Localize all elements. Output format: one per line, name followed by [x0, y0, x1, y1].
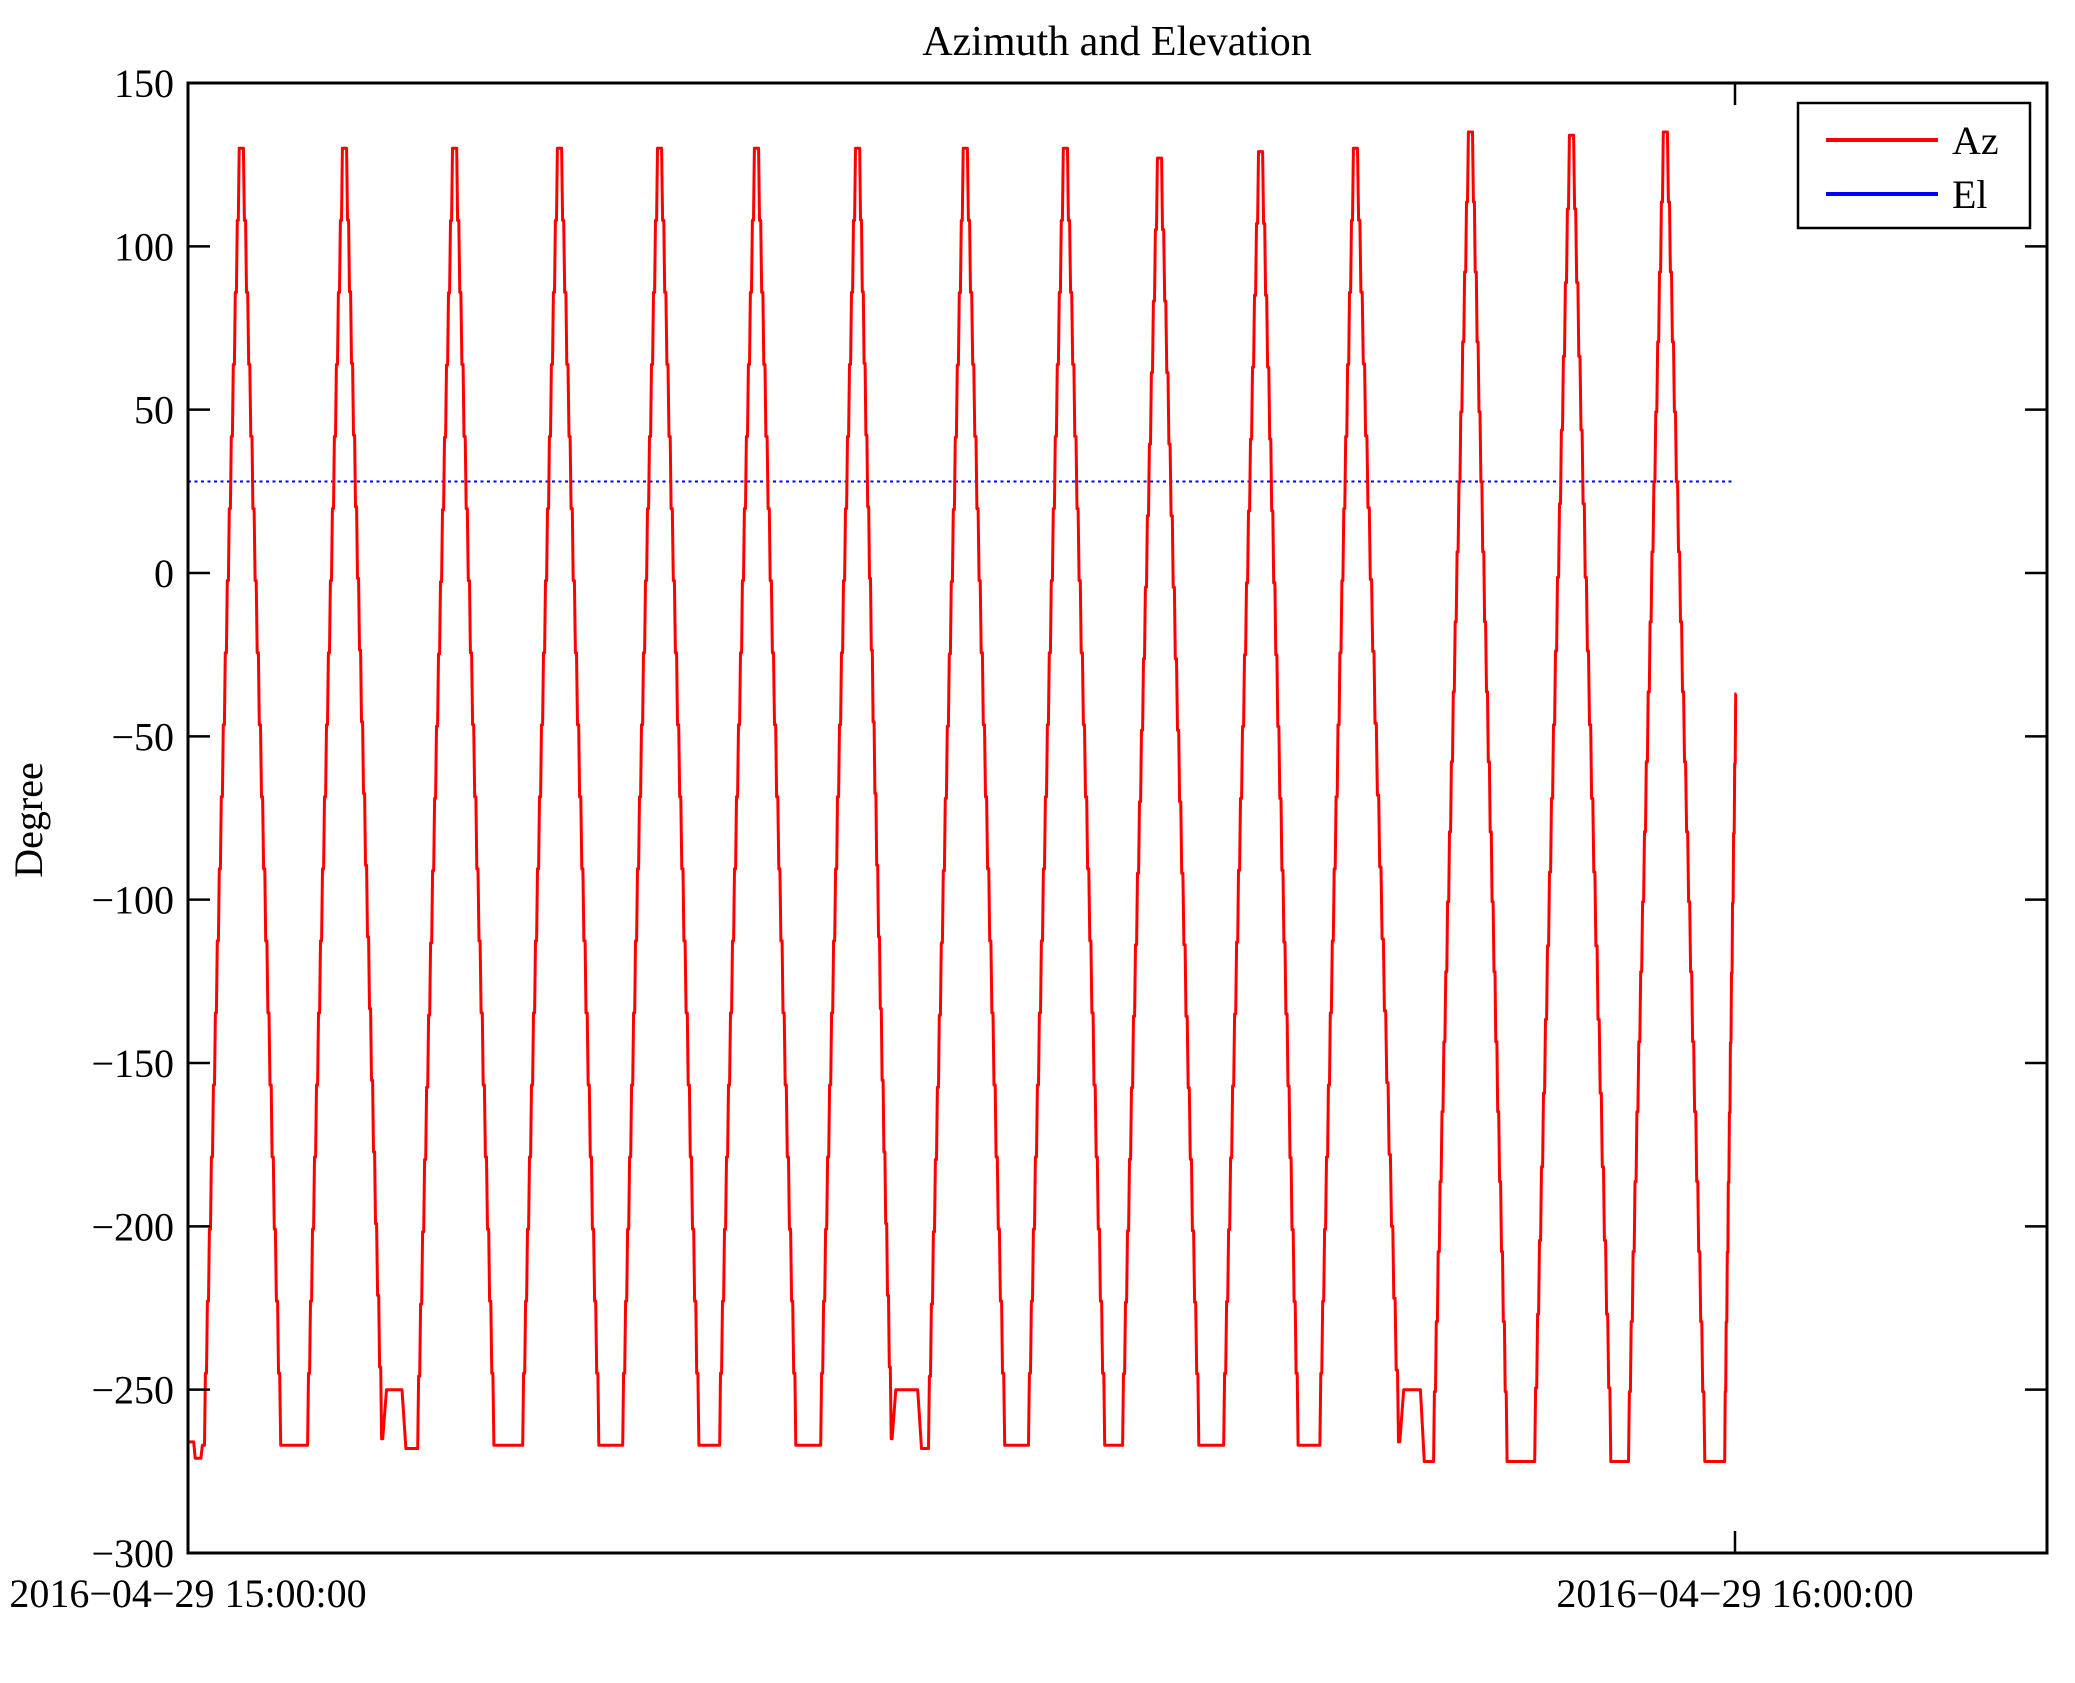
y-tick-label: 50 [134, 388, 174, 433]
chart-title: Azimuth and Elevation [922, 19, 1312, 65]
y-tick-label: −300 [91, 1531, 174, 1576]
y-tick-label: 100 [114, 224, 174, 269]
x-tick-label: 2016−04−29 15:00:00 [9, 1571, 366, 1616]
y-tick-label: −150 [91, 1041, 174, 1086]
y-tick-label: 150 [114, 61, 174, 106]
x-axis-ticks: 2016−04−29 15:00:00 2016−04−29 16:00:00 [9, 83, 1914, 1616]
y-tick-label: 0 [154, 551, 174, 596]
legend: Az El [1796, 101, 2032, 230]
y-tick-label: −50 [111, 714, 174, 759]
y-tick-label: −100 [91, 878, 174, 923]
legend-el-label: El [1952, 172, 1988, 217]
y-tick-label: −250 [91, 1368, 174, 1413]
chart-canvas: Azimuth and Elevation Degree 150 100 50 0 −5… [6, 19, 2049, 1616]
legend-az-label: Az [1952, 118, 1999, 163]
azimuth-elevation-chart: Azimuth and Elevation Degree 150 100 50 0 −5… [0, 0, 2075, 1683]
y-tick-label: −200 [91, 1204, 174, 1249]
x-tick-label: 2016−04−29 16:00:00 [1556, 1571, 1913, 1616]
az-line [188, 130, 1738, 1463]
plot-area-border [186, 81, 2049, 1555]
y-axis-label: Degree [6, 762, 51, 877]
series-lines [188, 130, 1738, 1463]
